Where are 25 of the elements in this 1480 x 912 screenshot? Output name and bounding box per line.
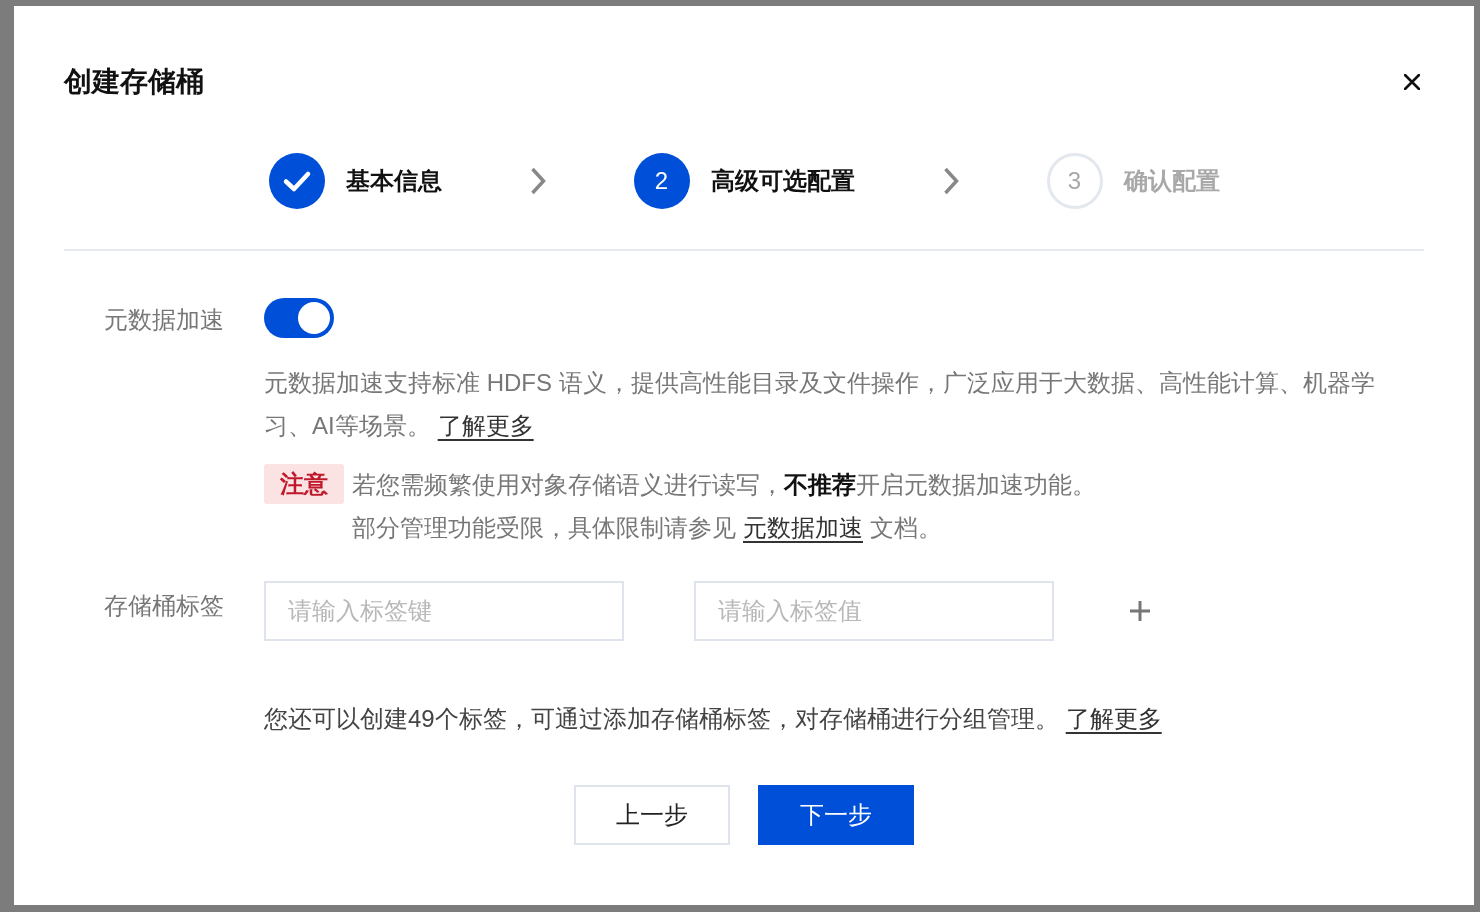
field-label: 元数据加速: [104, 305, 224, 335]
close-icon[interactable]: [1404, 74, 1420, 90]
notice-text: 若您需频繁使用对象存储语义进行读写，不推荐开启元数据加速功能。: [352, 470, 1096, 500]
hint-text: 您还可以创建49个标签，可通过添加存储桶标签，对存储桶进行分组管理。 了解更多: [264, 704, 1163, 734]
description-text: 元数据加速支持标准 HDFS 语义，提供高性能目录及文件操作，广泛应用于大数据、高性能计算、机器学习、AI等场景。 了解更多: [264, 368, 1376, 441]
next-button[interactable]: 下一步: [758, 785, 914, 845]
step-number: 3: [1046, 153, 1103, 209]
learn-more-link[interactable]: 了解更多: [437, 412, 534, 439]
step-number: 2: [633, 153, 690, 209]
notice-tag: 注意: [264, 464, 344, 504]
back-button[interactable]: 上一步: [574, 785, 730, 845]
plus-icon[interactable]: [1130, 601, 1150, 621]
step-label: 确认配置: [1123, 166, 1220, 196]
chevron-right-icon: [942, 167, 959, 195]
chevron-right-icon: [529, 167, 546, 195]
tag-key-input[interactable]: 请输入标签键: [264, 581, 624, 641]
step-label: 基本信息: [345, 166, 442, 196]
tag-value-input[interactable]: 请输入标签值: [694, 581, 1054, 641]
field-label: 存储桶标签: [104, 591, 224, 621]
learn-more-link[interactable]: 了解更多: [1065, 705, 1162, 732]
docs-link[interactable]: 元数据加速: [743, 514, 863, 541]
toggle-switch[interactable]: [264, 298, 334, 338]
step-label: 高级可选配置: [710, 166, 855, 196]
dialog-title: 创建存储桶: [64, 65, 204, 99]
notice-text: 部分管理功能受限，具体限制请参见 元数据加速 文档。: [352, 513, 942, 543]
